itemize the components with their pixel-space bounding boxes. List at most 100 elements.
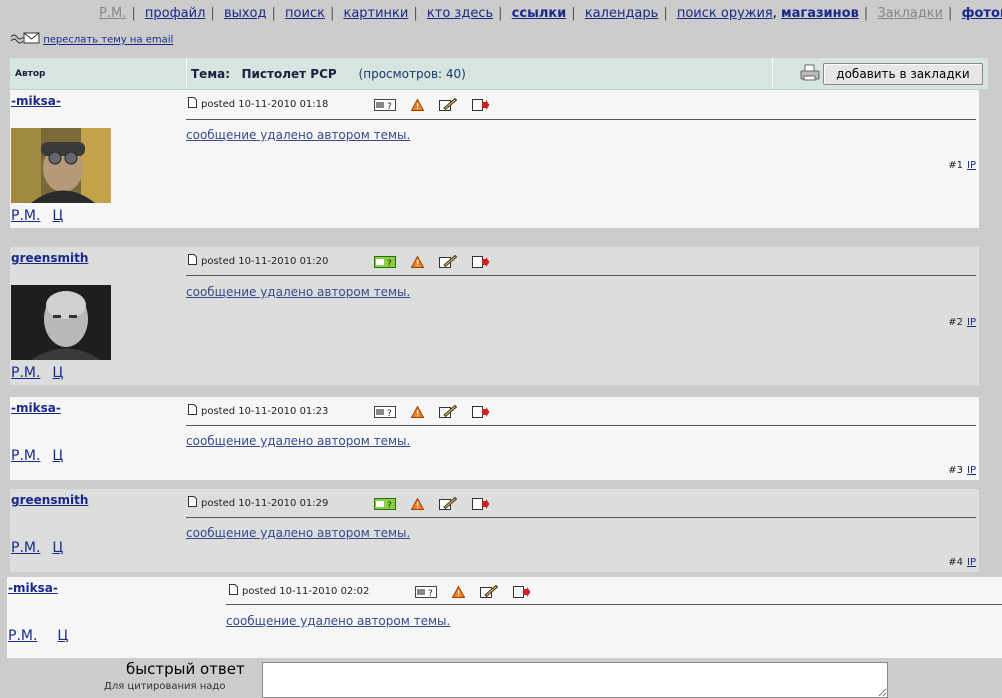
nav-link-logout[interactable]: выход — [224, 6, 267, 21]
post: -miksa- Р.М. Ц posted 10-11-2010 01:23 ? … — [10, 397, 979, 480]
post-meta: posted 10-11-2010 01:23 — [188, 404, 328, 418]
post-message[interactable]: сообщение удалено автором темы. — [226, 614, 450, 628]
post-meta: posted 10-11-2010 02:02 — [229, 584, 369, 598]
nav-link-pictures[interactable]: картинки — [343, 6, 408, 21]
post-meta: posted 10-11-2010 01:29 — [188, 496, 328, 510]
svg-text:?: ? — [387, 501, 392, 510]
warning-icon[interactable] — [410, 96, 425, 115]
document-icon — [229, 584, 238, 598]
post: greensmith Р.М. Ц posted 10-11-2010 01:20… — [10, 247, 979, 385]
author-links: Р.М. Ц — [11, 540, 75, 556]
author-link-c[interactable]: Ц — [57, 628, 68, 644]
reply-quote-icon[interactable] — [472, 253, 490, 272]
author-link-rm[interactable]: Р.М. — [11, 448, 40, 464]
topic-prefix: Тема: — [191, 67, 231, 81]
reply-quote-icon[interactable] — [472, 96, 490, 115]
post-message[interactable]: сообщение удалено автором темы. — [186, 285, 410, 299]
author-links: Р.М. Ц — [11, 365, 75, 381]
printer-icon[interactable] — [800, 64, 820, 86]
svg-text:?: ? — [387, 259, 392, 268]
avatar — [11, 128, 111, 203]
reply-quote-icon[interactable] — [472, 403, 490, 422]
post-meta: posted 10-11-2010 01:20 — [188, 254, 328, 268]
author-link-rm[interactable]: Р.М. — [8, 628, 37, 644]
post-actions: ? — [374, 494, 500, 514]
nav-link-weapon-search[interactable]: поиск оружия — [677, 6, 773, 21]
post-message[interactable]: сообщение удалено автором темы. — [186, 526, 410, 540]
svg-text:?: ? — [387, 102, 392, 111]
post-divider — [186, 425, 976, 426]
author-links: Р.М. Ц — [8, 628, 80, 644]
post-date: posted 10-11-2010 01:18 — [201, 99, 329, 110]
post-number: #2 IP — [948, 317, 976, 328]
author-link-rm[interactable]: Р.М. — [11, 365, 40, 381]
post-message[interactable]: сообщение удалено автором темы. — [186, 128, 410, 142]
header-divider-right — [772, 58, 773, 89]
post-author[interactable]: -miksa- — [11, 94, 61, 108]
quick-reply-textarea[interactable] — [262, 662, 888, 698]
ip-link[interactable]: IP — [967, 465, 976, 476]
author-links: Р.М. Ц — [11, 208, 75, 224]
post-author[interactable]: -miksa- — [8, 581, 58, 595]
envelope-icon[interactable] — [10, 31, 40, 48]
top-nav: Р.М. | профайл | выход | поиск | картинки | к… — [0, 0, 1002, 26]
ip-link[interactable]: IP — [967, 317, 976, 328]
nav-link-shops[interactable]: магазинов — [781, 6, 859, 21]
post-number-label: #2 — [948, 317, 964, 328]
header-divider — [186, 58, 187, 89]
ip-link[interactable]: IP — [967, 160, 976, 171]
author-link-c[interactable]: Ц — [52, 365, 63, 381]
edit-icon[interactable] — [439, 403, 458, 422]
avatar — [11, 285, 111, 360]
nav-link-search[interactable]: поиск — [285, 6, 325, 21]
profile-online-icon[interactable]: ? — [374, 495, 396, 514]
reply-quote-icon[interactable] — [513, 583, 531, 602]
warning-icon[interactable] — [410, 403, 425, 422]
post: -miksa- Р.М. Ц posted 10-11-2010 02:02 ? … — [7, 577, 1002, 658]
warning-icon[interactable] — [410, 253, 425, 272]
warning-icon[interactable] — [410, 495, 425, 514]
nav-link-rm[interactable]: Р.М. — [99, 6, 126, 21]
view-count: (просмотров: 40) — [358, 67, 466, 81]
email-forward-link[interactable]: переслать тему на email — [43, 35, 173, 46]
post: greensmith Р.М. Ц posted 10-11-2010 01:29… — [10, 489, 979, 572]
post: -miksa- Р.М. Ц posted 10-11-2010 01:18 ? … — [10, 90, 979, 228]
nav-link-calendar[interactable]: календарь — [585, 6, 659, 21]
profile-online-icon[interactable]: ? — [374, 253, 396, 272]
post-actions: ? — [374, 95, 500, 115]
reply-quote-icon[interactable] — [472, 495, 490, 514]
post-author[interactable]: greensmith — [11, 251, 88, 265]
nav-link-bookmarks[interactable]: Закладки — [877, 6, 943, 21]
edit-icon[interactable] — [480, 583, 499, 602]
profile-icon[interactable]: ? — [374, 96, 396, 115]
profile-icon[interactable]: ? — [415, 583, 437, 602]
post-divider — [226, 604, 1002, 605]
edit-icon[interactable] — [439, 96, 458, 115]
warning-icon[interactable] — [451, 583, 466, 602]
topic-heading: Тема: Пистолет PCP (просмотров: 40) — [191, 67, 466, 81]
post-author[interactable]: -miksa- — [11, 401, 61, 415]
post-author[interactable]: greensmith — [11, 493, 88, 507]
post-number: #4 IP — [948, 557, 976, 568]
author-link-rm[interactable]: Р.М. — [11, 208, 40, 224]
post-message[interactable]: сообщение удалено автором темы. — [186, 434, 410, 448]
author-column-label: Автор — [15, 69, 46, 79]
author-link-rm[interactable]: Р.М. — [11, 540, 40, 556]
post-divider — [186, 275, 976, 276]
add-bookmark-button[interactable]: добавить в закладки — [823, 63, 983, 85]
nav-link-profile[interactable]: профайл — [145, 6, 206, 21]
edit-icon[interactable] — [439, 253, 458, 272]
author-link-c[interactable]: Ц — [52, 540, 63, 556]
edit-icon[interactable] — [439, 495, 458, 514]
author-link-c[interactable]: Ц — [52, 448, 63, 464]
nav-link-links[interactable]: ссылки — [512, 6, 567, 21]
profile-icon[interactable]: ? — [374, 403, 396, 422]
post-date: posted 10-11-2010 01:20 — [201, 256, 329, 267]
nav-link-photocontest[interactable]: фотокон — [962, 6, 1002, 21]
nav-link-who-here[interactable]: кто здесь — [427, 6, 493, 21]
ip-link[interactable]: IP — [967, 557, 976, 568]
thread-header: Автор Тема: Пистолет PCP (просмотров: 40… — [10, 58, 988, 90]
svg-text:?: ? — [387, 409, 392, 418]
author-link-c[interactable]: Ц — [52, 208, 63, 224]
post-actions: ? — [374, 252, 500, 272]
